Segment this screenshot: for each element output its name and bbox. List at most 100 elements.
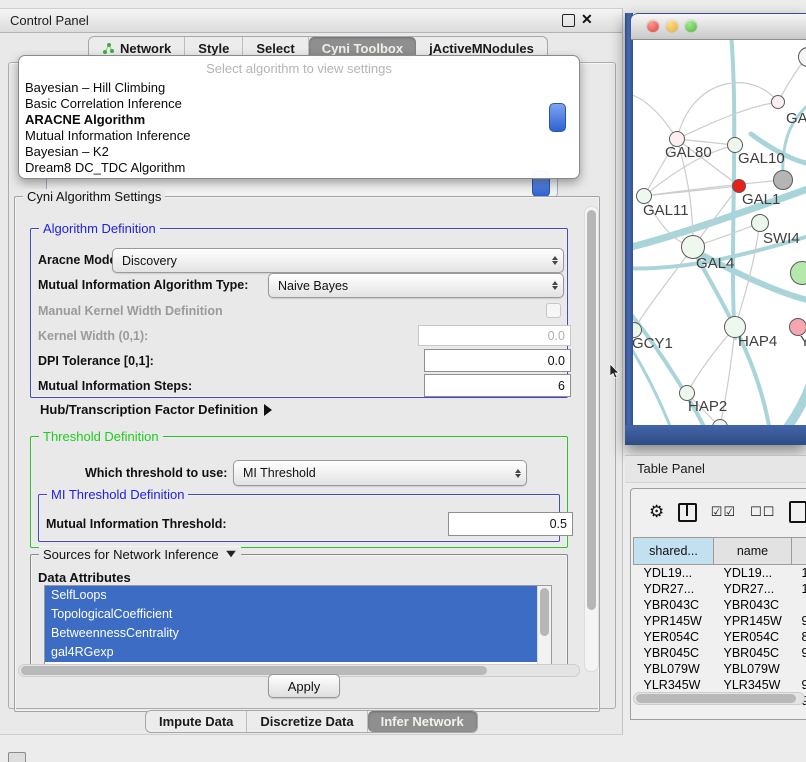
algorithm-dropdown-list: Select algorithm to view settings Bayesi…	[18, 55, 580, 179]
node-label: GAL10	[738, 150, 785, 167]
chevron-down-icon	[226, 551, 236, 557]
dropdown-option-selected[interactable]: ARACNE Algorithm	[25, 112, 145, 127]
dropdown-option[interactable]: Bayesian – Hill Climbing	[25, 80, 165, 95]
table-hscrollbar[interactable]	[633, 692, 805, 705]
mi-steps-field[interactable]: 6	[424, 374, 571, 397]
field-value: 0.0	[548, 329, 565, 343]
cyni-bottom-tabbar: Impute Data Discretize Data Infer Networ…	[145, 710, 478, 733]
minimize-traffic-light-icon[interactable]	[666, 20, 678, 32]
mi-steps-label: Mutual Information Steps:	[38, 379, 192, 393]
tab-label: Network	[120, 41, 171, 56]
close-icon[interactable]: ✕	[581, 11, 593, 28]
tab-infer-network[interactable]: Infer Network	[368, 711, 477, 732]
table-panel: ⚙ ☑☑ ☐☐ shared... name A YDL19...YDL19..…	[630, 488, 806, 720]
combo-arrows-icon	[547, 281, 563, 290]
column-header-name[interactable]: name	[714, 538, 792, 565]
mi-threshold-field[interactable]: 0.5	[448, 512, 573, 536]
mouse-cursor	[610, 364, 621, 384]
deselect-all-checkboxes-icon[interactable]: ☐☐	[750, 504, 775, 520]
table-row[interactable]: YDL19...YDL19...13	[634, 565, 806, 582]
group-title: MI Threshold Definition	[47, 487, 188, 502]
column-layout-icon[interactable]	[678, 503, 697, 522]
settings-scrollbar[interactable]	[584, 206, 599, 672]
which-threshold-combo[interactable]: MI Threshold	[233, 460, 527, 486]
column-header-partial[interactable]: A	[792, 538, 806, 565]
tab-discretize-data[interactable]: Discretize Data	[247, 711, 367, 732]
list-item[interactable]: TopologicalCoefficient	[45, 605, 551, 624]
manual-kernel-checkbox[interactable]	[546, 303, 561, 318]
group-title: Cyni Algorithm Settings	[23, 189, 165, 204]
table-row[interactable]: YBR045CYBR045C9.	[634, 645, 806, 661]
table-toolbar: ⚙ ☑☑ ☐☐	[631, 489, 806, 535]
mi-type-label: Mutual Information Algorithm Type:	[38, 278, 248, 292]
node-label: HAP4	[738, 333, 777, 350]
apply-button[interactable]: Apply	[268, 674, 340, 698]
scrollbar-thumb[interactable]	[636, 694, 796, 703]
dropdown-option[interactable]: Bayesian – K2	[25, 144, 109, 159]
node-label: GAL1	[742, 191, 780, 208]
scrollbar-thumb[interactable]	[587, 210, 596, 610]
kernel-width-label: Kernel Width (0,1):	[38, 329, 148, 343]
field-value: 0.0	[548, 354, 565, 368]
table-panel-title: Table Panel	[637, 461, 705, 476]
group-title: Sources for Network Inference	[39, 547, 241, 562]
scrollbar-thumb[interactable]	[540, 588, 549, 636]
table-row[interactable]: YDR27...YDR27...12	[634, 581, 806, 597]
network-window-frame	[625, 425, 806, 445]
table-row[interactable]: YBL079WYBL079W	[634, 661, 806, 677]
table-row[interactable]: YLR345WYLR345W9.	[634, 677, 806, 693]
network-canvas[interactable]: GALGAL80GAL10GAL1GAL11SWI4GAL4GCY1HAP4YH…	[631, 38, 806, 425]
desktop: Control Panel ✕ Network Style Select Cyn…	[0, 0, 806, 762]
column-header-shared-name[interactable]: shared...	[634, 538, 714, 565]
list-item[interactable]: gal4RGexp	[45, 643, 551, 662]
dpi-tolerance-field[interactable]: 0.0	[424, 349, 571, 372]
select-all-checkboxes-icon[interactable]: ☑☑	[711, 504, 736, 520]
dropdown-option[interactable]: Mutual Information Inference	[25, 128, 190, 143]
list-scrollbar[interactable]	[537, 586, 551, 666]
table-panel-titlebar[interactable]: Table Panel	[625, 455, 806, 483]
combo-spinner-icon[interactable]	[549, 103, 566, 132]
node-label: GAL11	[643, 202, 689, 219]
table-row[interactable]: YBR043CYBR043C	[634, 597, 806, 613]
close-traffic-light-icon[interactable]	[647, 20, 659, 32]
table-row[interactable]: YER054CYER054C8.	[634, 629, 806, 645]
aracne-mode-combo[interactable]: Discovery	[112, 248, 564, 273]
data-attributes-list[interactable]: SelfLoops TopologicalCoefficient Between…	[44, 585, 552, 667]
kernel-width-field[interactable]: 0.0	[418, 325, 571, 346]
list-item[interactable]: SelfLoops	[45, 586, 551, 605]
tab-label: Select	[256, 41, 294, 56]
network-node[interactable]	[773, 170, 793, 190]
float-panel-icon[interactable]	[8, 752, 26, 762]
table-row[interactable]: YPR145WYPR145W9.	[634, 613, 806, 629]
dropdown-option[interactable]: Basic Correlation Inference	[25, 96, 182, 111]
float-panel-icon[interactable]	[562, 14, 575, 27]
new-table-icon[interactable]	[789, 501, 806, 523]
network-window-titlebar[interactable]	[631, 13, 806, 40]
control-panel-window: Control Panel ✕ Network Style Select Cyn…	[0, 8, 623, 735]
tab-impute-data[interactable]: Impute Data	[146, 711, 247, 732]
combo-value: Naive Bayes	[269, 279, 547, 293]
tab-label: Infer Network	[381, 714, 464, 729]
tab-label: Discretize Data	[260, 714, 353, 729]
control-panel-titlebar[interactable]: Control Panel ✕	[0, 8, 622, 33]
network-window-frame	[625, 13, 633, 445]
tab-label: Cyni Toolbox	[322, 41, 403, 56]
mi-type-combo[interactable]: Naive Bayes	[268, 273, 564, 298]
node-table: shared... name A YDL19...YDL19...13 YDR2…	[633, 537, 806, 709]
node-label: HAP2	[688, 398, 727, 415]
node-label: GAL	[786, 110, 806, 127]
control-panel-title: Control Panel	[10, 13, 89, 28]
hub-definition-expander[interactable]: Hub/Transcription Factor Definition	[40, 402, 272, 417]
group-title: Algorithm Definition	[39, 221, 160, 236]
dpi-tolerance-label: DPI Tolerance [0,1]:	[38, 354, 154, 368]
zoom-traffic-light-icon[interactable]	[685, 20, 697, 32]
scrollbar-thumb[interactable]	[21, 666, 487, 675]
list-item[interactable]: BetweennessCentrality	[45, 624, 551, 643]
combo-arrows-icon	[510, 469, 526, 478]
network-node[interactable]	[771, 95, 785, 109]
gear-icon[interactable]: ⚙	[649, 502, 664, 522]
field-value: 0.5	[550, 517, 567, 531]
dropdown-option[interactable]: Dream8 DC_TDC Algorithm	[25, 160, 185, 175]
dropdown-placeholder: Select algorithm to view settings	[19, 61, 579, 76]
network-graph-icon	[102, 42, 115, 55]
